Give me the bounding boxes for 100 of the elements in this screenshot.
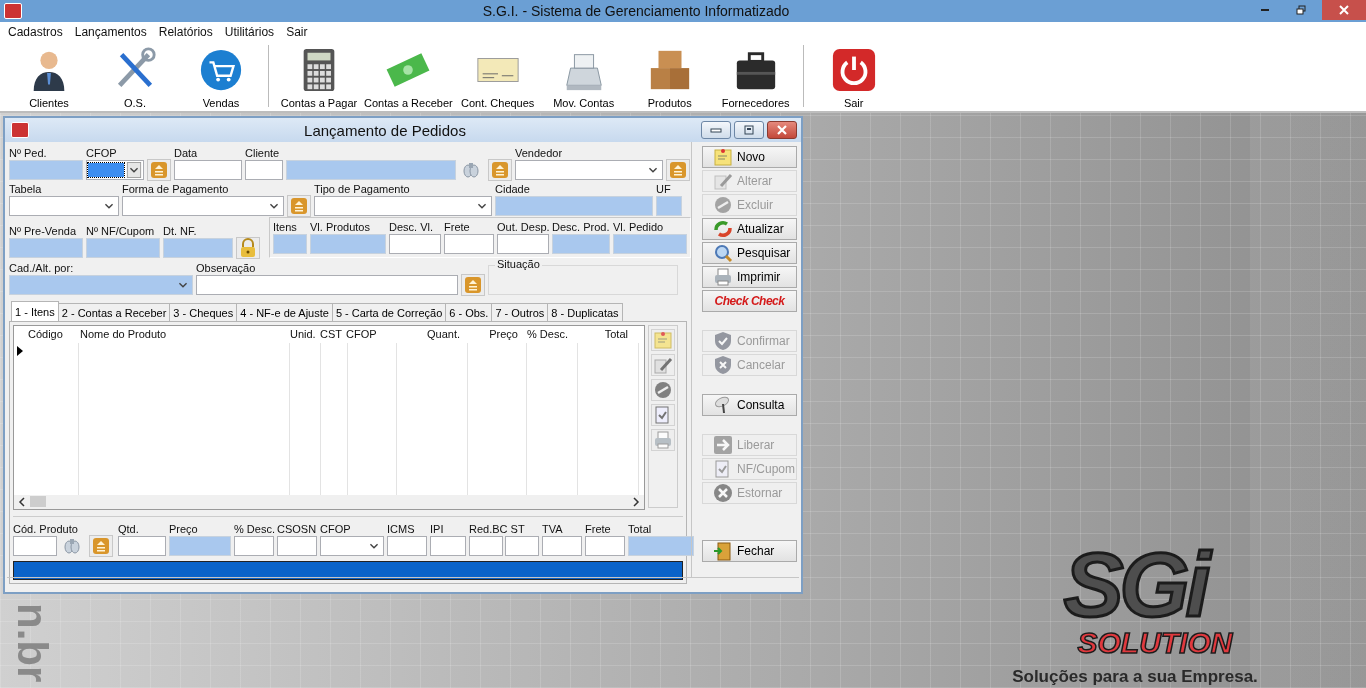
column-header[interactable]: Preço [462,326,520,343]
column-header[interactable]: Nome do Produto [78,326,288,343]
toolbar-button[interactable]: O.S. [92,47,178,109]
input-field[interactable] [196,275,458,295]
app-icon [4,3,22,19]
input-field[interactable] [277,536,317,556]
input-field[interactable] [628,536,694,556]
restore-button[interactable] [734,121,764,139]
input-field[interactable] [585,536,625,556]
action-button[interactable]: Atualizar [702,218,797,240]
menu-item[interactable]: Sair [280,25,314,39]
grid-tool-button[interactable] [651,404,675,426]
minimize-button[interactable] [701,121,731,139]
input-field[interactable] [86,238,160,258]
close-button[interactable] [1322,0,1366,20]
input-field[interactable] [273,234,307,254]
lookup-button[interactable] [89,535,113,557]
pencil-icon [653,355,673,375]
toolbar-button[interactable]: Fornecedores [712,47,799,109]
input-field[interactable] [310,234,386,254]
input-field[interactable] [9,238,83,258]
input-field[interactable] [656,196,682,216]
lookup-button[interactable] [461,274,485,296]
field-label: Vl. Pedido [613,220,664,234]
lookup-button[interactable] [488,159,512,181]
toolbar-button[interactable]: Cont. Cheques [454,47,541,109]
action-button[interactable]: Consulta [702,394,797,416]
field-label: IPI [430,522,444,536]
dropdown-field[interactable] [320,536,384,556]
input-field[interactable] [469,536,503,556]
input-field[interactable] [505,536,539,556]
input-field[interactable] [286,160,456,180]
lookup-button[interactable] [147,159,171,181]
scrollbar-thumb[interactable] [30,496,46,508]
input-field[interactable] [174,160,242,180]
menu-item[interactable]: Utilitários [218,25,281,39]
lookup-button[interactable] [287,195,311,217]
menu-item[interactable]: Cadastros [2,25,69,39]
printer-icon [713,267,733,287]
input-field[interactable] [234,536,274,556]
column-header[interactable]: Total [570,326,630,343]
input-field[interactable] [495,196,653,216]
dropdown-field[interactable] [122,196,284,216]
input-field[interactable] [163,238,233,258]
toolbar-button[interactable]: Clientes [6,47,92,109]
lookup-button[interactable] [666,159,690,181]
input-field[interactable] [444,234,494,254]
column-header[interactable]: CFOP [344,326,392,343]
tab[interactable]: 1 - Itens [11,301,59,321]
field-label: TVA [542,522,563,536]
lock-button[interactable] [236,237,260,259]
dropdown-field[interactable] [9,275,193,295]
input-field[interactable] [497,234,549,254]
x-circle-icon [713,483,733,503]
menu-item[interactable]: Relatórios [152,25,219,39]
toolbar-button[interactable]: Contas a Receber [362,47,455,109]
input-field[interactable] [552,234,610,254]
action-button[interactable]: Imprimir [702,266,797,288]
column-header[interactable]: CST [318,326,344,343]
input-field[interactable] [118,536,166,556]
tab[interactable]: 5 - Carta de Correção [331,303,447,321]
input-field[interactable] [613,234,687,254]
close-button[interactable] [767,121,797,139]
input-field[interactable] [430,536,466,556]
horizontal-scrollbar[interactable] [14,494,644,509]
action-button[interactable]: Pesquisar [702,242,797,264]
field-label: % Desc. [234,522,275,536]
input-field[interactable] [169,536,231,556]
input-field[interactable] [542,536,582,556]
action-button[interactable]: Novo [702,146,797,168]
dropdown-field[interactable] [515,160,663,180]
column-header[interactable]: % Desc. [520,326,570,343]
toolbar-button[interactable]: Contas a Pagar [276,47,362,109]
toolbar-button[interactable]: Sair [810,47,897,109]
field-label: Data [174,146,198,160]
tab[interactable]: 3 - Cheques [169,303,238,321]
column-header[interactable]: Código [26,326,78,343]
dropdown-field[interactable] [86,160,144,180]
column-header[interactable]: Unid. [288,326,318,343]
menu-item[interactable]: Lançamentos [68,25,153,39]
dropdown-field[interactable] [314,196,492,216]
pencil-icon [713,171,733,191]
tab[interactable]: 4 - NF-e de Ajuste [236,303,333,321]
toolbar-button[interactable]: Mov. Contas [540,47,627,109]
input-field[interactable] [389,234,441,254]
action-button[interactable]: Fechar [702,540,797,562]
grid-tool-button[interactable] [651,329,675,351]
grid-tool-button[interactable] [651,429,675,451]
grid-tool-button[interactable] [651,379,675,401]
input-field[interactable] [245,160,283,180]
input-field[interactable] [9,160,83,180]
grid-tool-button[interactable] [651,354,675,376]
tab[interactable]: 8 - Duplicatas [547,303,623,321]
input-field[interactable] [13,536,57,556]
column-header[interactable]: Quant. [392,326,462,343]
toolbar-button[interactable]: Produtos [626,47,713,109]
dropdown-field[interactable] [9,196,119,216]
brand-button[interactable]: Check Check [702,290,797,312]
input-field[interactable] [387,536,427,556]
toolbar-button[interactable]: Vendas [178,47,264,109]
